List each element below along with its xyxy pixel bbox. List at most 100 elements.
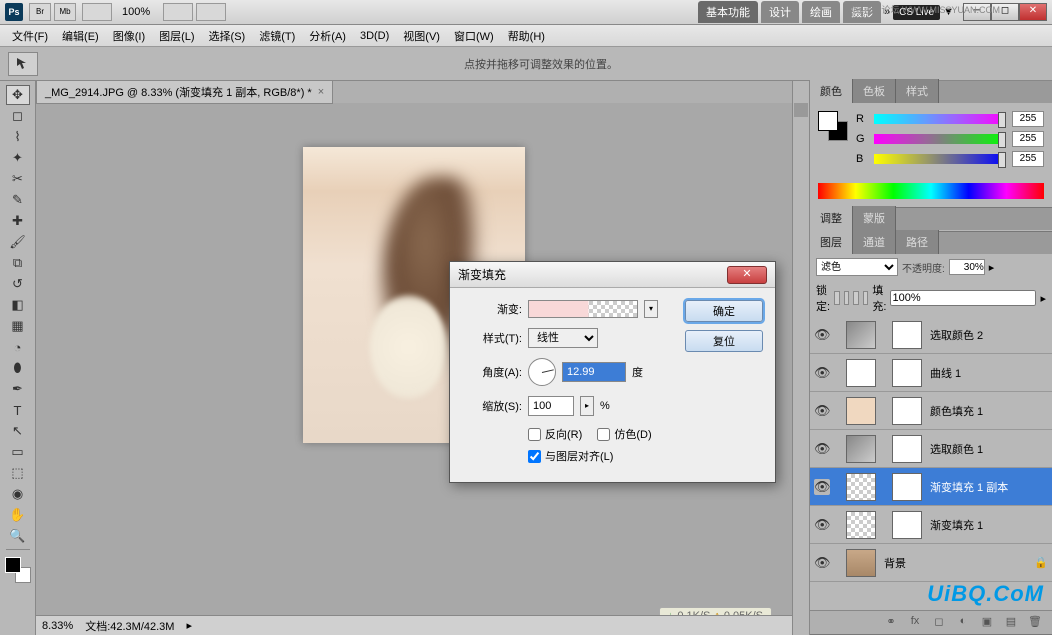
dither-checkbox[interactable] xyxy=(597,428,610,441)
zoom-tool[interactable]: 🔍 xyxy=(6,526,30,546)
workspace-tab-design[interactable]: 设计 xyxy=(761,1,799,23)
dodge-tool[interactable]: ⬮ xyxy=(6,358,30,378)
3d-tool[interactable]: ⬚ xyxy=(6,463,30,483)
dialog-titlebar[interactable]: 渐变填充 ✕ xyxy=(450,262,775,288)
style-select[interactable]: 线性 xyxy=(528,328,598,348)
reverse-checkbox[interactable] xyxy=(528,428,541,441)
hand-tool[interactable]: ✋ xyxy=(6,505,30,525)
layer-name[interactable]: 选取颜色 1 xyxy=(926,441,1048,457)
layer-mask-thumbnail[interactable] xyxy=(892,511,922,539)
layer-visibility-icon[interactable]: 👁 xyxy=(814,403,830,419)
tab-layers[interactable]: 图层 xyxy=(810,230,853,254)
workspace-tab-painting[interactable]: 绘画 xyxy=(802,1,840,23)
g-value[interactable]: 255 xyxy=(1012,131,1044,147)
tab-swatches[interactable]: 色板 xyxy=(853,79,896,103)
layer-visibility-icon[interactable]: 👁 xyxy=(814,555,830,571)
document-tab-close-icon[interactable]: × xyxy=(318,86,324,98)
opacity-input[interactable] xyxy=(949,259,985,275)
reverse-checkbox-label[interactable]: 反向(R) xyxy=(528,426,582,442)
angle-input[interactable] xyxy=(562,362,626,382)
b-slider[interactable] xyxy=(874,154,1006,164)
tab-color[interactable]: 颜色 xyxy=(810,79,853,103)
layer-row[interactable]: 👁 渐变填充 1 副本 xyxy=(810,468,1052,506)
layer-visibility-icon[interactable]: 👁 xyxy=(814,441,830,457)
crop-tool[interactable]: ✂ xyxy=(6,169,30,189)
gradient-dropdown-button[interactable]: ▾ xyxy=(644,300,658,318)
layer-visibility-icon[interactable]: 👁 xyxy=(814,517,830,533)
type-tool[interactable]: T xyxy=(6,400,30,420)
lock-all-button[interactable] xyxy=(863,291,869,305)
layer-mask-thumbnail[interactable] xyxy=(892,359,922,387)
current-tool-indicator[interactable] xyxy=(8,52,38,76)
layer-visibility-icon[interactable]: 👁 xyxy=(814,479,830,495)
layer-row[interactable]: 👁颜色填充 1 xyxy=(810,392,1052,430)
pen-tool[interactable]: ✒ xyxy=(6,379,30,399)
menu-file[interactable]: 文件(F) xyxy=(6,25,54,47)
workspace-tab-essentials[interactable]: 基本功能 xyxy=(698,1,758,23)
layer-thumbnail[interactable] xyxy=(846,321,876,349)
layer-mask-button[interactable]: ◻ xyxy=(930,615,948,631)
layer-name[interactable]: 渐变填充 1 副本 xyxy=(926,479,1048,495)
lock-pixels-button[interactable] xyxy=(844,291,850,305)
layer-name[interactable]: 曲线 1 xyxy=(926,365,1048,381)
shape-tool[interactable]: ▭ xyxy=(6,442,30,462)
new-layer-button[interactable]: ▤ xyxy=(1002,615,1020,631)
color-spectrum[interactable] xyxy=(818,183,1044,199)
layer-mask-thumbnail[interactable] xyxy=(892,435,922,463)
color-fg-swatch[interactable] xyxy=(818,111,838,131)
document-tab[interactable]: _MG_2914.JPG @ 8.33% (渐变填充 1 副本, RGB/8*)… xyxy=(36,81,333,104)
status-dropdown-icon[interactable]: ▸ xyxy=(186,619,192,632)
dialog-close-button[interactable]: ✕ xyxy=(727,266,767,284)
layer-thumbnail[interactable] xyxy=(846,435,876,463)
foreground-color-swatch[interactable] xyxy=(5,557,21,573)
menu-help[interactable]: 帮助(H) xyxy=(502,25,551,47)
eraser-tool[interactable]: ◧ xyxy=(6,295,30,315)
scale-input[interactable] xyxy=(528,396,574,416)
window-close-button[interactable]: ✕ xyxy=(1019,3,1047,21)
lock-transparency-button[interactable] xyxy=(834,291,840,305)
scale-spinner[interactable]: ▸ xyxy=(580,396,594,416)
menu-select[interactable]: 选择(S) xyxy=(203,25,252,47)
layer-thumbnail[interactable] xyxy=(846,359,876,387)
align-checkbox-label[interactable]: 与图层对齐(L) xyxy=(528,448,613,464)
layer-row[interactable]: 👁 选取颜色 1 xyxy=(810,430,1052,468)
layer-group-button[interactable]: ▣ xyxy=(978,615,996,631)
marquee-tool[interactable]: ◻ xyxy=(6,106,30,126)
move-tool[interactable]: ✥ xyxy=(6,85,30,105)
layer-thumbnail[interactable] xyxy=(846,473,876,501)
r-slider[interactable] xyxy=(874,114,1006,124)
lasso-tool[interactable]: ⌇ xyxy=(6,127,30,147)
menu-filter[interactable]: 滤镜(T) xyxy=(253,25,301,47)
menu-3d[interactable]: 3D(D) xyxy=(354,27,395,45)
layer-mask-thumbnail[interactable] xyxy=(892,473,922,501)
view-extras-button[interactable] xyxy=(82,3,112,21)
healing-tool[interactable]: ✚ xyxy=(6,211,30,231)
layer-row[interactable]: 👁背景🔒 xyxy=(810,544,1052,582)
path-tool[interactable]: ↖ xyxy=(6,421,30,441)
fill-input[interactable] xyxy=(890,290,1036,306)
tab-channels[interactable]: 通道 xyxy=(853,230,896,254)
bridge-button[interactable]: Br xyxy=(29,3,51,21)
fill-dropdown-icon[interactable]: ▸ xyxy=(1040,292,1046,305)
ok-button[interactable]: 确定 xyxy=(685,300,763,322)
wand-tool[interactable]: ✦ xyxy=(6,148,30,168)
menu-view[interactable]: 视图(V) xyxy=(397,25,446,47)
layer-mask-thumbnail[interactable] xyxy=(892,397,922,425)
layer-row[interactable]: 👁 选取颜色 2 xyxy=(810,316,1052,354)
layer-name[interactable]: 背景 xyxy=(880,555,1030,571)
layer-visibility-icon[interactable]: 👁 xyxy=(814,327,830,343)
foreground-background-colors[interactable] xyxy=(5,557,31,583)
minibridge-button[interactable]: Mb xyxy=(54,3,76,21)
tab-adjustments[interactable]: 调整 xyxy=(810,206,853,230)
blur-tool[interactable]: ◔ xyxy=(6,337,30,357)
layer-name[interactable]: 选取颜色 2 xyxy=(926,327,1048,343)
screen-mode-button[interactable] xyxy=(196,3,226,21)
layer-mask-thumbnail[interactable] xyxy=(892,321,922,349)
lock-position-button[interactable] xyxy=(853,291,859,305)
status-zoom[interactable]: 8.33% xyxy=(42,620,73,632)
layer-thumbnail[interactable] xyxy=(846,397,876,425)
brush-tool[interactable]: 🖌 xyxy=(6,232,30,252)
history-brush-tool[interactable]: ↺ xyxy=(6,274,30,294)
status-docsize[interactable]: 文档:42.3M/42.3M xyxy=(85,618,174,634)
menu-window[interactable]: 窗口(W) xyxy=(448,25,500,47)
